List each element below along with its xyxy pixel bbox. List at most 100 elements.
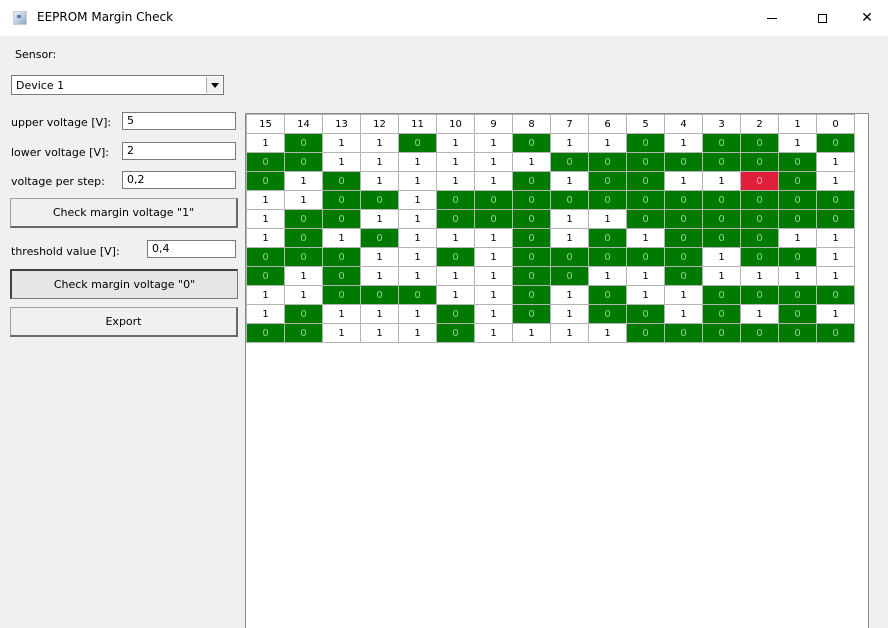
bit-cell: 0 [816, 133, 855, 153]
export-button[interactable]: Export [10, 307, 238, 337]
bit-cell: 1 [398, 171, 437, 191]
bit-cell: 0 [816, 209, 855, 229]
bit-cell: 1 [398, 228, 437, 248]
bit-column-header: 13 [322, 114, 361, 134]
bit-cell: 0 [398, 133, 437, 153]
bit-cell: 1 [360, 209, 399, 229]
bit-cell: 0 [778, 152, 817, 172]
bit-cell: 0 [626, 209, 665, 229]
bit-cell: 1 [816, 171, 855, 191]
bit-cell: 1 [360, 152, 399, 172]
bit-cell: 0 [626, 247, 665, 267]
bit-cell: 1 [664, 285, 703, 305]
bit-cell: 0 [284, 152, 323, 172]
bit-cell: 1 [246, 304, 285, 324]
bit-cell: 1 [816, 304, 855, 324]
app-window-icon [13, 11, 27, 25]
bit-column-header: 9 [474, 114, 513, 134]
lower-voltage-label: lower voltage [V]: [11, 146, 109, 159]
bit-column-header: 7 [550, 114, 589, 134]
bit-cell: 0 [664, 247, 703, 267]
bit-cell: 0 [284, 228, 323, 248]
bit-cell: 0 [322, 247, 361, 267]
bit-cell: 1 [740, 266, 779, 286]
bit-cell: 0 [664, 190, 703, 210]
bit-cell: 1 [512, 152, 551, 172]
lower-voltage-input[interactable]: 2 [122, 142, 236, 160]
bit-cell: 0 [778, 323, 817, 343]
bit-cell: 0 [626, 304, 665, 324]
bit-row: 0011101111000000 [246, 323, 855, 343]
bit-cell: 0 [436, 247, 475, 267]
bit-cell: 0 [816, 190, 855, 210]
bit-cell: 0 [740, 209, 779, 229]
bit-cell: 1 [360, 304, 399, 324]
bit-cell: 1 [322, 133, 361, 153]
bit-cell: 0 [550, 266, 589, 286]
bit-cell: 0 [588, 247, 627, 267]
bit-cell: 0 [284, 209, 323, 229]
bit-cell: 0 [436, 323, 475, 343]
bit-row: 0011111100000001 [246, 152, 855, 172]
bit-cell: 0 [626, 152, 665, 172]
bit-cell: 1 [588, 209, 627, 229]
bit-cell: 1 [588, 323, 627, 343]
bit-cell: 1 [436, 228, 475, 248]
bit-cell: 0 [626, 133, 665, 153]
bit-cell: 1 [474, 304, 513, 324]
bit-cell: 1 [398, 190, 437, 210]
voltage-step-input[interactable]: 0,2 [122, 171, 236, 189]
bit-cell: 1 [322, 323, 361, 343]
bit-cell: 0 [512, 304, 551, 324]
bit-cell: 0 [816, 323, 855, 343]
bit-cell: 0 [550, 247, 589, 267]
bit-cell: 0 [322, 285, 361, 305]
bit-cell: 1 [246, 133, 285, 153]
bit-cell: 0 [246, 266, 285, 286]
maximize-button[interactable] [800, 0, 844, 36]
bit-cell: 0 [246, 247, 285, 267]
minimize-button[interactable] [750, 0, 794, 36]
bit-cell: 1 [550, 323, 589, 343]
bit-cell: 1 [474, 323, 513, 343]
bit-cell: 0 [588, 304, 627, 324]
bit-cell: 0 [626, 323, 665, 343]
bit-column-header: 15 [246, 114, 285, 134]
bit-grid-panel: 15 14 13 12 11 10 9 8 7 6 5 4 3 2 1 0 10110110110100100… [245, 113, 869, 628]
bit-column-header: 2 [740, 114, 779, 134]
check-margin-0-button[interactable]: Check margin voltage "0" [10, 269, 238, 299]
check-margin-1-button[interactable]: Check margin voltage "1" [10, 198, 238, 228]
bit-cell: 1 [740, 304, 779, 324]
threshold-input[interactable]: 0,4 [147, 240, 236, 258]
bit-cell: 0 [702, 304, 741, 324]
bit-cell: 1 [702, 266, 741, 286]
bit-cell: 0 [246, 171, 285, 191]
bit-cell: 0 [588, 228, 627, 248]
sensor-dropdown[interactable]: Device 1 [11, 75, 224, 95]
bit-cell: 0 [246, 152, 285, 172]
bit-cell: 0 [702, 152, 741, 172]
bit-cell: 0 [550, 190, 589, 210]
bit-cell: 1 [626, 285, 665, 305]
bit-cell: 0 [512, 190, 551, 210]
bit-cell: 1 [246, 209, 285, 229]
bit-cell: 0 [778, 171, 817, 191]
bit-header-row: 15 14 13 12 11 10 9 8 7 6 5 4 3 2 1 0 [246, 114, 855, 134]
bit-cell: 1 [360, 247, 399, 267]
bit-cell: 1 [550, 133, 589, 153]
upper-voltage-input[interactable]: 5 [122, 112, 236, 130]
minimize-icon [767, 17, 777, 19]
bit-row: 1100011010110000 [246, 285, 855, 305]
chevron-down-icon[interactable] [206, 77, 222, 93]
bit-cell: 1 [436, 285, 475, 305]
bit-cell: 1 [246, 285, 285, 305]
bit-cell: 1 [474, 171, 513, 191]
bit-cell: 0 [322, 209, 361, 229]
bit-cell: 0 [512, 228, 551, 248]
maximize-icon [817, 13, 827, 23]
bit-cell: 0 [512, 209, 551, 229]
bit-cell: 1 [664, 304, 703, 324]
bit-cell: 1 [702, 247, 741, 267]
bit-row: 1100100000000000 [246, 190, 855, 210]
close-button[interactable]: ✕ [845, 0, 888, 36]
